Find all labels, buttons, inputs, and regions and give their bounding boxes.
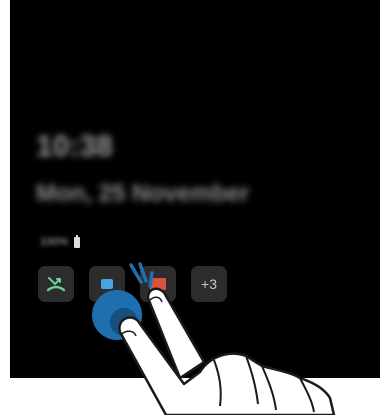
message-icon	[101, 279, 113, 289]
notification-icons-row: +3	[38, 266, 227, 302]
lock-screen: 10:38 Mon, 25 November 100% +3	[10, 0, 380, 378]
more-notifications-badge[interactable]: +3	[191, 266, 227, 302]
missed-call-icon	[47, 277, 65, 292]
email-notification[interactable]	[140, 266, 176, 302]
lockscreen-date: Mon, 25 November	[36, 180, 250, 207]
message-notification[interactable]	[89, 266, 125, 302]
battery-status: 100%	[40, 234, 81, 248]
missed-call-notification[interactable]	[38, 266, 74, 302]
illustration-frame: 10:38 Mon, 25 November 100% +3	[0, 0, 382, 415]
lockscreen-clock: 10:38	[36, 130, 113, 163]
more-notifications-label: +3	[201, 276, 217, 292]
battery-percent: 100%	[40, 236, 69, 248]
email-icon	[150, 278, 166, 290]
battery-icon	[74, 234, 81, 248]
